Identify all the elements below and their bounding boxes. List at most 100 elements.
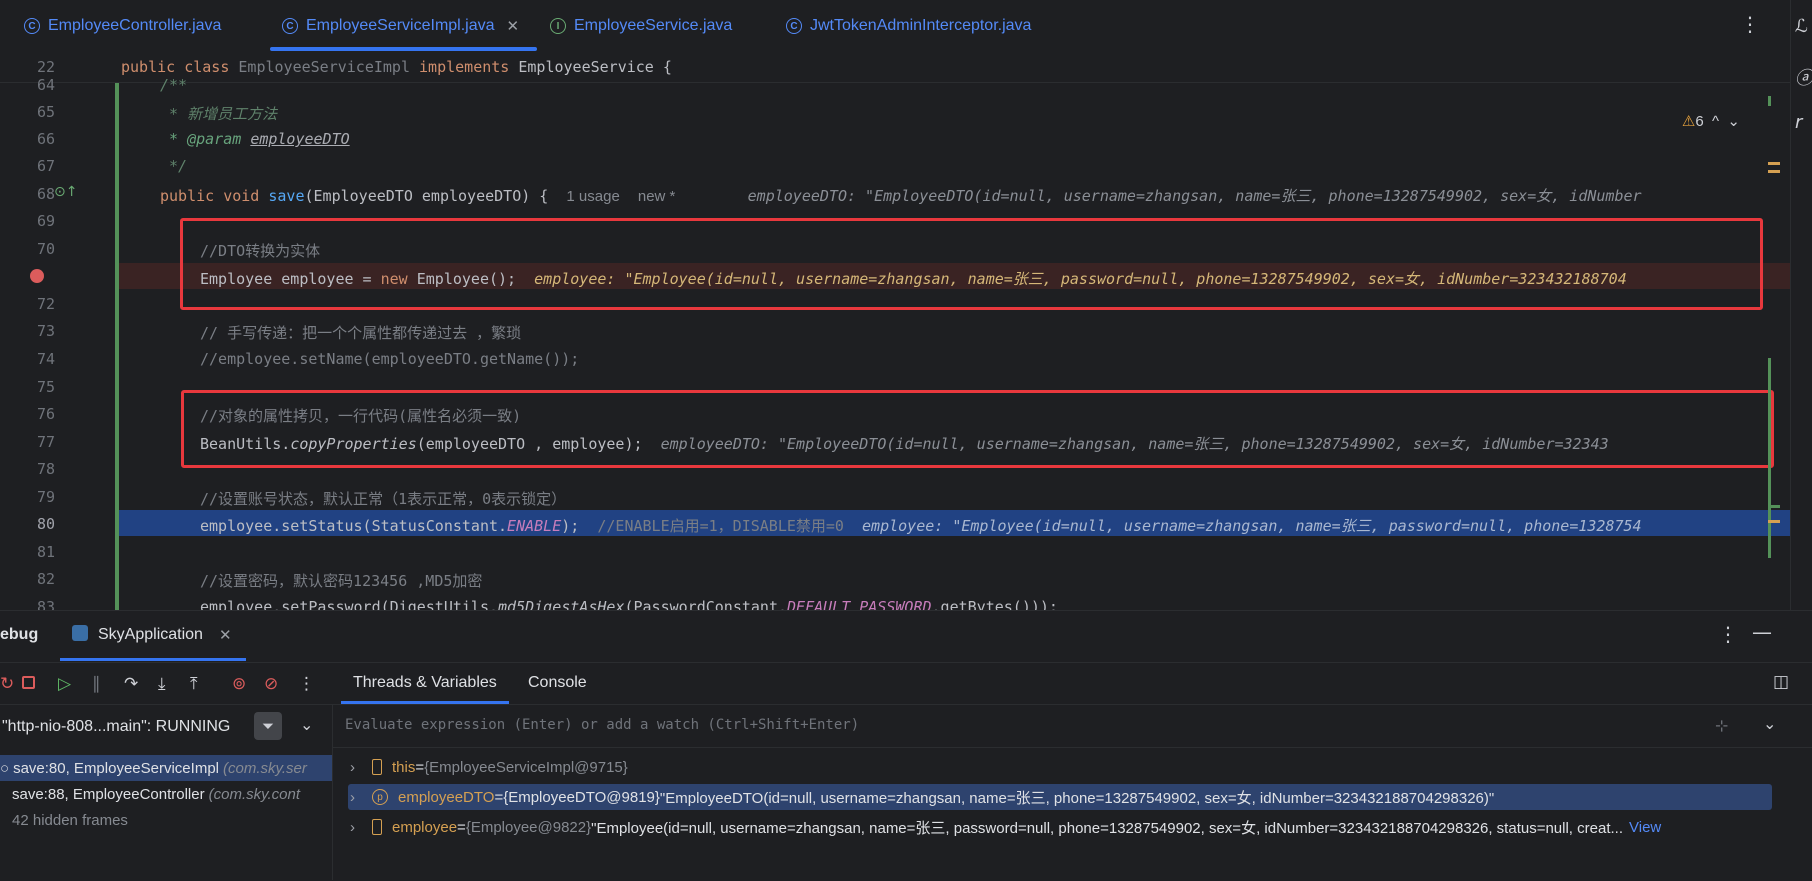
code-line: employee.setStatus(StatusConstant.ENABLE…: [200, 515, 1642, 536]
tool-strip-icon[interactable]: ⓐ: [1795, 64, 1812, 90]
resume-icon[interactable]: ▷: [58, 674, 71, 694]
tab-employee-service-impl[interactable]: C EmployeeServiceImpl.java ✕: [269, 0, 538, 52]
code-line: */: [160, 157, 187, 175]
warning-icon: ⚠: [1681, 113, 1696, 130]
chevron-right-icon[interactable]: ›: [350, 759, 372, 776]
class-name: EmployeeServiceImpl: [238, 58, 420, 76]
frame-method: save:80, EmployeeServiceImpl: [13, 759, 219, 777]
breakpoint-icon[interactable]: [30, 269, 44, 283]
scroll-marker: [1768, 358, 1771, 558]
line-comment: //employee.setName(employeeDTO.getName()…: [200, 350, 580, 368]
variable-row[interactable]: › this = {EmployeeServiceImpl@9715}: [350, 754, 628, 780]
frame-package: (com.sky.ser: [223, 759, 307, 777]
line-comment: //设置账号状态，默认正常（1表示正常，0表示锁定）: [200, 490, 567, 508]
chevron-down-icon[interactable]: ⌄: [1763, 714, 1776, 733]
code-line: * 新增员工方法: [160, 103, 277, 124]
variable-name: employee: [392, 818, 458, 836]
code-line: //设置账号状态，默认正常（1表示正常，0表示锁定）: [200, 488, 566, 509]
pause-icon[interactable]: ∥: [92, 674, 101, 694]
hidden-frames-label: 42 hidden frames: [12, 811, 128, 829]
tab-employee-controller[interactable]: C EmployeeController.java: [24, 0, 221, 52]
layout-icon[interactable]: ◫: [1773, 672, 1789, 692]
code-text: );: [561, 517, 580, 535]
filter-icon[interactable]: ⏷: [254, 712, 282, 740]
view-link[interactable]: View: [1629, 819, 1661, 836]
tab-threads-variables[interactable]: Threads & Variables: [341, 662, 509, 704]
debug-title: ebug: [0, 626, 39, 643]
close-icon[interactable]: ✕: [219, 626, 232, 644]
vcs-change-marker: [115, 82, 119, 610]
doc-comment: /**: [160, 76, 188, 94]
stack-frame[interactable]: ○ save:80, EmployeeServiceImpl (com.sky.se…: [0, 755, 332, 781]
right-tool-strip: ℒ ⓐ r: [1790, 0, 1812, 610]
line-number: 78: [36, 460, 55, 478]
line-number: 81: [36, 543, 55, 561]
line-number: 69: [36, 212, 55, 230]
debug-toolbar: ↻ ▷ ∥ ↷ ⤓ ⤒ ⊚ ⊘ ⋮: [0, 662, 336, 705]
run-config-tab[interactable]: SkyApplication: [98, 626, 203, 644]
inspections-widget[interactable]: ⚠6 ^ ⌄: [1682, 112, 1740, 130]
keyword: implements: [419, 58, 519, 76]
view-breakpoints-icon[interactable]: ⊚: [232, 674, 246, 694]
inline-debug-value: employee: "Employee(id=null, username=zh…: [862, 517, 1642, 535]
spring-app-icon: [72, 625, 88, 641]
line-number: 22: [36, 58, 55, 76]
variable-equals: =: [494, 788, 504, 806]
variable-name: this: [392, 758, 416, 776]
tab-jwt-token-admin-interceptor[interactable]: C JwtTokenAdminInterceptor.java: [786, 0, 1031, 52]
step-out-icon[interactable]: ⤒: [190, 674, 198, 694]
code-line: //employee.setName(employeeDTO.getName()…: [200, 350, 579, 368]
variable-row[interactable]: › employee = {Employee@9822} "Employee(i…: [350, 814, 1661, 840]
method-signature: (EmployeeDTO employeeDTO) {: [304, 187, 549, 205]
stack-frame[interactable]: save:88, EmployeeController (com.sky.cont: [12, 781, 300, 807]
more-icon[interactable]: ⋮: [298, 674, 315, 694]
tab-console[interactable]: Console: [528, 662, 587, 704]
line-number: 70: [36, 240, 55, 258]
variable-equals: =: [457, 818, 466, 836]
line-number: 76: [36, 405, 55, 423]
variable-equals: =: [415, 758, 425, 776]
line-number: 66: [36, 130, 55, 148]
annotation-box: [180, 218, 1763, 310]
tab-label: Threads & Variables: [353, 674, 497, 691]
inline-debug-value: employeeDTO: "EmployeeDTO(id=null, usern…: [747, 187, 1642, 205]
chevron-down-icon[interactable]: ⌄: [300, 715, 313, 734]
editor-tab-bar: C EmployeeController.java C EmployeeServ…: [0, 0, 1790, 53]
thread-selector[interactable]: "http-nio-808...main": RUNNING ⏷ ⌄: [0, 712, 332, 742]
rerun-icon[interactable]: ↻: [0, 674, 14, 694]
minimize-icon[interactable]: —: [1752, 620, 1772, 644]
implements-gutter-icon[interactable]: ⊙↑: [54, 184, 77, 200]
more-icon[interactable]: ⋮: [1718, 622, 1738, 646]
more-tabs-icon[interactable]: ⋮: [1740, 12, 1760, 36]
tool-strip-icon[interactable]: ℒ: [1795, 16, 1808, 37]
step-over-icon[interactable]: ↷: [124, 674, 138, 694]
constant: ENABLE: [507, 517, 562, 535]
tab-label: JwtTokenAdminInterceptor.java: [810, 17, 1032, 34]
usage-hint[interactable]: 1 usage: [566, 188, 619, 205]
keyword: public class: [121, 58, 239, 76]
tab-label: EmployeeService.java: [574, 17, 733, 34]
line-number: 82: [36, 570, 55, 588]
line-number: 77: [36, 433, 55, 451]
inspection-count: 6: [1695, 113, 1704, 130]
tab-label: EmployeeController.java: [48, 17, 222, 34]
hidden-frames[interactable]: 42 hidden frames: [12, 807, 128, 833]
mute-breakpoints-icon[interactable]: ⊘: [264, 674, 278, 694]
line-comment: //ENABLE启用=1，DISABLE禁用=0: [597, 517, 844, 535]
chevron-right-icon[interactable]: ›: [350, 819, 372, 836]
close-tab-icon[interactable]: ✕: [507, 17, 520, 35]
evaluate-expression-field[interactable]: Evaluate expression (Enter) or add a wat…: [333, 704, 1812, 748]
add-watch-icon[interactable]: ⊹: [1715, 716, 1728, 735]
stop-icon[interactable]: [22, 676, 35, 689]
tool-strip-icon[interactable]: r: [1795, 112, 1802, 133]
code-line: /**: [160, 76, 187, 94]
chevron-right-icon[interactable]: ›: [350, 789, 372, 806]
tab-employee-service[interactable]: I EmployeeService.java: [550, 0, 732, 52]
frames-panel: "http-nio-808...main": RUNNING ⏷ ⌄ ○ save…: [0, 704, 333, 880]
active-tab-indicator: [60, 658, 246, 661]
variable-row[interactable]: › p employeeDTO = {EmployeeDTO@9819} "Em…: [348, 784, 1772, 810]
class-icon: C: [24, 18, 40, 34]
step-into-icon[interactable]: ⤓: [158, 674, 166, 694]
code-text: employee.setStatus(StatusConstant.: [200, 517, 508, 535]
keyword: public void: [160, 187, 269, 205]
